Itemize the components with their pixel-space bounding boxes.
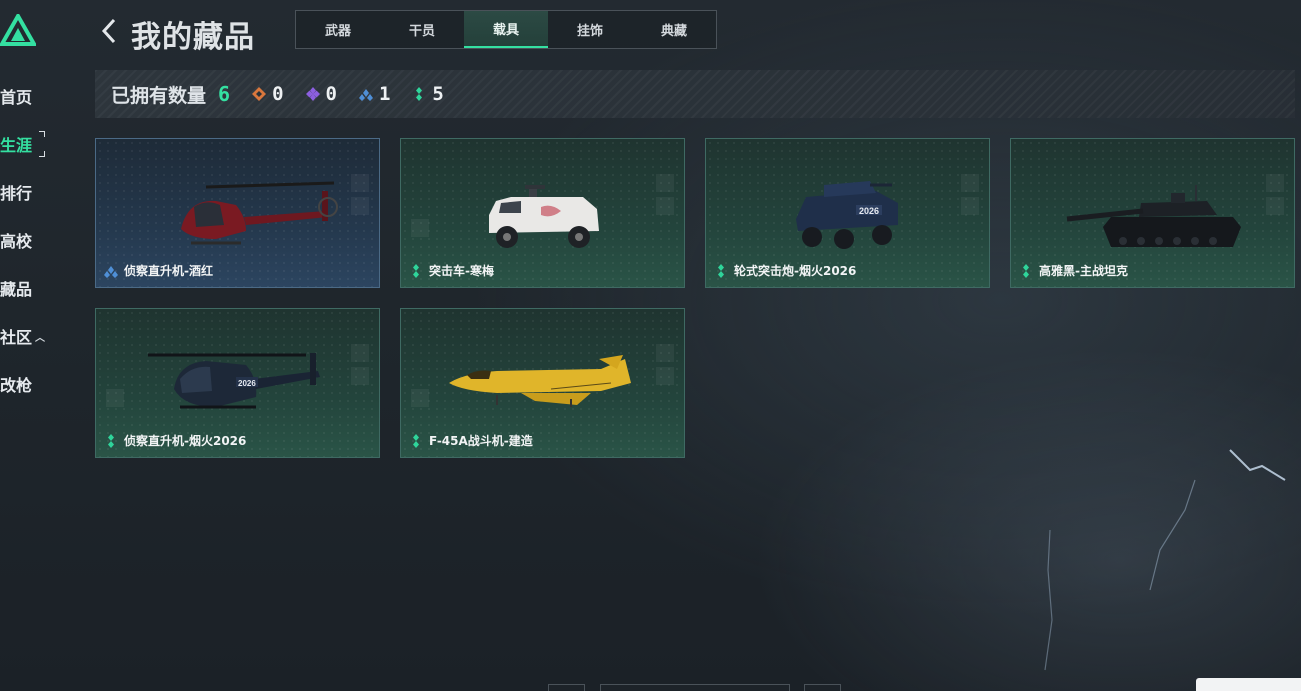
corner-floating-button[interactable] [1196, 678, 1301, 691]
owned-stats-bar: 已拥有数量 6 0 0 1 5 [95, 70, 1295, 118]
pager-next-button[interactable] [804, 684, 841, 691]
helicopter-red-image [181, 181, 338, 245]
tab-operators[interactable]: 干员 [380, 11, 464, 48]
card-title-text: 侦察直升机-酒红 [124, 264, 213, 278]
tab-vehicles[interactable]: 载具 [464, 11, 548, 48]
rarity-count-value: 1 [378, 83, 391, 105]
rarity-count-value: 0 [325, 83, 337, 105]
card-title: 侦察直升机-烟火2026 [104, 432, 246, 449]
card-title-text: 侦察直升机-烟火2026 [124, 434, 247, 448]
card-title: 侦察直升机-酒红 [104, 262, 213, 279]
rarity-green-icon [413, 433, 419, 448]
assault-vehicle-white-image [489, 185, 599, 248]
pager-prev-button[interactable] [548, 684, 585, 691]
rarity-purple-icon [305, 87, 320, 101]
card-title-text: 轮式突击炮-烟火2026 [734, 264, 857, 278]
card-title: F-45A战斗机-建造 [409, 432, 533, 449]
pager-page-field[interactable] [600, 684, 790, 691]
category-tabs: 武器 干员 载具 挂饰 典藏 [295, 10, 717, 49]
tab-weapons[interactable]: 武器 [296, 11, 380, 48]
nav-item-label: 藏品 [0, 280, 33, 299]
nav-item-label: 排行 [0, 184, 33, 203]
card-title: 高雅黑-主战坦克 [1019, 262, 1128, 279]
tab-collector[interactable]: 典藏 [632, 11, 716, 48]
rarity-count-orange: 0 [252, 83, 284, 105]
owned-count-label: 已拥有数量 [111, 84, 207, 107]
fighter-jet-yellow-image [449, 355, 631, 407]
rarity-count-value: 5 [432, 83, 444, 105]
card-title-text: 突击车-寒梅 [429, 264, 494, 278]
rarity-count-value: 0 [272, 83, 284, 105]
card-title-text: F-45A战斗机-建造 [429, 434, 533, 448]
nav-item-community[interactable]: 社区 ︿ [0, 312, 60, 360]
sidebar-nav: 首页 生涯 排行 高校 藏品 社区 ︿ 改枪 [0, 72, 60, 408]
nav-item-college[interactable]: 高校 [0, 216, 60, 264]
lightning-decoration [1044, 449, 1286, 671]
rarity-blue-icon [104, 265, 118, 278]
svg-text:2026: 2026 [859, 206, 879, 216]
rarity-green-icon [1023, 263, 1029, 278]
rarity-count-green: 5 [412, 83, 444, 105]
main-battle-tank-image [1066, 185, 1241, 247]
rarity-blue-icon [358, 89, 373, 101]
card-title: 轮式突击炮-烟火2026 [714, 262, 856, 279]
svg-text:2026: 2026 [238, 379, 256, 388]
rarity-count-purple: 0 [305, 83, 337, 105]
wheeled-assault-gun-image: 2026 [796, 181, 898, 249]
rarity-green-icon [718, 263, 724, 278]
nav-item-label: 首页 [0, 88, 33, 107]
app-logo-icon[interactable] [0, 14, 36, 46]
page-title: 我的藏品 [131, 20, 255, 55]
collection-card[interactable]: 高雅黑-主战坦克 [1010, 138, 1295, 288]
nav-item-home[interactable]: 首页 [0, 72, 60, 120]
nav-item-label: 改枪 [0, 376, 33, 395]
rarity-green-icon [413, 263, 419, 278]
collection-card[interactable]: 侦察直升机-酒红 [95, 138, 380, 288]
chevron-up-icon: ︿ [35, 332, 46, 344]
rarity-green-icon [416, 87, 423, 101]
rarity-green-icon [108, 433, 114, 448]
tab-charms[interactable]: 挂饰 [548, 11, 632, 48]
rarity-orange-icon [252, 87, 267, 101]
collection-card[interactable]: 2026 侦察直升机-烟火2026 [95, 308, 380, 458]
card-title-text: 高雅黑-主战坦克 [1039, 264, 1128, 278]
back-arrow-icon[interactable] [98, 16, 120, 46]
nav-item-label: 高校 [0, 232, 33, 251]
card-title: 突击车-寒梅 [409, 262, 494, 279]
rarity-count-blue: 1 [358, 83, 391, 105]
collection-card[interactable]: 2026 轮式突击炮-烟火2026 [705, 138, 990, 288]
collection-card[interactable]: F-45A战斗机-建造 [400, 308, 685, 458]
selection-bracket [0, 131, 46, 157]
owned-count-total: 6 [218, 82, 231, 106]
nav-item-collection[interactable]: 藏品 [0, 264, 60, 312]
helicopter-dark-image: 2026 [148, 353, 320, 409]
nav-item-gunsmith[interactable]: 改枪 [0, 360, 60, 408]
nav-item-ranking[interactable]: 排行 [0, 168, 60, 216]
nav-item-career[interactable]: 生涯 [0, 120, 60, 168]
nav-item-label: 社区 [0, 328, 33, 347]
collection-card[interactable]: 突击车-寒梅 [400, 138, 685, 288]
